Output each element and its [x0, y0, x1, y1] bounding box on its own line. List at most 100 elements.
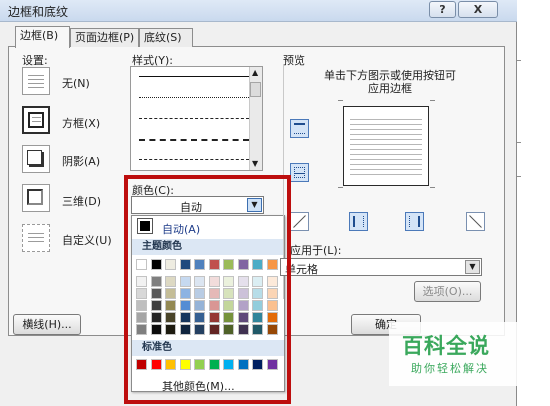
theme-tint-swatch[interactable] [180, 300, 191, 311]
theme-tint-swatch[interactable] [136, 300, 147, 311]
theme-color-swatch[interactable] [136, 259, 147, 270]
preview-box[interactable] [343, 106, 429, 186]
horizontal-line-button[interactable]: 横线(H)... [13, 314, 81, 335]
theme-tint-swatch[interactable] [267, 276, 278, 287]
tab-shading[interactable]: 底纹(S) [139, 28, 193, 47]
theme-tint-swatch[interactable] [180, 312, 191, 323]
theme-tint-swatch[interactable] [165, 300, 176, 311]
theme-tint-swatch[interactable] [136, 312, 147, 323]
theme-tint-swatch[interactable] [165, 276, 176, 287]
theme-tint-swatch[interactable] [136, 276, 147, 287]
standard-color-swatch[interactable] [165, 359, 176, 370]
theme-tint-swatch[interactable] [252, 288, 263, 299]
auto-color-option[interactable]: 自动(A) [162, 221, 200, 237]
theme-tint-swatch[interactable] [238, 312, 249, 323]
theme-tint-swatch[interactable] [165, 288, 176, 299]
theme-tint-swatch[interactable] [209, 288, 220, 299]
3d-border-icon[interactable] [22, 184, 50, 212]
theme-tint-swatch[interactable] [165, 324, 176, 335]
theme-color-swatch[interactable] [252, 259, 263, 270]
theme-tint-swatch[interactable] [223, 312, 234, 323]
diagonal-up-button[interactable] [466, 212, 485, 231]
help-button[interactable]: ? [429, 1, 456, 18]
setting-box-label[interactable]: 方框(X) [62, 115, 100, 131]
theme-color-swatch[interactable] [267, 259, 278, 270]
more-colors-option[interactable]: 其他颜色(M)... [162, 378, 235, 394]
style-line-dash-dot[interactable] [139, 159, 249, 160]
theme-color-swatch[interactable] [194, 259, 205, 270]
theme-tint-swatch[interactable] [238, 276, 249, 287]
apply-to-select[interactable]: 单元格 ▼ [280, 258, 482, 276]
shadow-border-icon[interactable] [22, 145, 50, 173]
theme-tint-swatch[interactable] [194, 300, 205, 311]
style-line-solid[interactable] [139, 76, 249, 77]
theme-tint-swatch[interactable] [252, 276, 263, 287]
standard-color-swatch[interactable] [180, 359, 191, 370]
scrollbar-thumb[interactable] [250, 82, 261, 97]
theme-tint-swatch[interactable] [267, 288, 278, 299]
style-line-dashed[interactable] [139, 118, 249, 119]
style-line-dashed-long[interactable] [139, 139, 249, 141]
left-border-button[interactable] [349, 212, 368, 231]
middle-border-button[interactable] [290, 163, 309, 182]
style-list[interactable] [130, 66, 263, 171]
theme-tint-swatch[interactable] [238, 300, 249, 311]
close-button[interactable]: X [458, 1, 498, 18]
theme-tint-swatch[interactable] [238, 288, 249, 299]
tab-borders[interactable]: 边框(B) [15, 26, 70, 48]
theme-tint-swatch[interactable] [151, 300, 162, 311]
theme-tint-swatch[interactable] [209, 324, 220, 335]
theme-tint-swatch[interactable] [194, 276, 205, 287]
theme-tint-swatch[interactable] [252, 324, 263, 335]
theme-tint-swatch[interactable] [252, 300, 263, 311]
theme-tint-swatch[interactable] [209, 312, 220, 323]
theme-tint-swatch[interactable] [151, 288, 162, 299]
theme-tint-swatch[interactable] [267, 300, 278, 311]
standard-color-swatch[interactable] [136, 359, 147, 370]
theme-tint-swatch[interactable] [151, 276, 162, 287]
theme-tint-swatch[interactable] [136, 288, 147, 299]
theme-tint-swatch[interactable] [209, 300, 220, 311]
standard-color-swatch[interactable] [252, 359, 263, 370]
theme-color-swatch[interactable] [151, 259, 162, 270]
style-line-dotted[interactable] [139, 97, 249, 98]
standard-color-swatch[interactable] [238, 359, 249, 370]
theme-tint-swatch[interactable] [136, 324, 147, 335]
setting-none-label[interactable]: 无(N) [62, 75, 90, 91]
theme-tint-swatch[interactable] [267, 312, 278, 323]
theme-tint-swatch[interactable] [223, 300, 234, 311]
theme-color-swatch[interactable] [209, 259, 220, 270]
theme-color-swatch[interactable] [238, 259, 249, 270]
theme-tint-swatch[interactable] [151, 312, 162, 323]
top-border-button[interactable] [290, 119, 309, 138]
setting-shadow-label[interactable]: 阴影(A) [62, 153, 100, 169]
scroll-up-icon[interactable]: ▲ [252, 68, 258, 77]
none-border-icon[interactable] [22, 67, 50, 95]
options-button[interactable]: 选项(O)... [414, 281, 481, 302]
tab-page-border[interactable]: 页面边框(P) [70, 28, 139, 47]
theme-color-swatch[interactable] [165, 259, 176, 270]
right-border-button[interactable] [405, 212, 424, 231]
chevron-down-icon[interactable]: ▼ [247, 198, 262, 212]
theme-tint-swatch[interactable] [180, 324, 191, 335]
chevron-down-icon[interactable]: ▼ [465, 260, 480, 274]
custom-border-icon[interactable] [22, 224, 50, 252]
theme-tint-swatch[interactable] [223, 324, 234, 335]
standard-color-swatch[interactable] [209, 359, 220, 370]
theme-tint-swatch[interactable] [194, 288, 205, 299]
theme-tint-swatch[interactable] [267, 324, 278, 335]
scroll-down-icon[interactable]: ▼ [252, 159, 258, 168]
theme-tint-swatch[interactable] [165, 312, 176, 323]
standard-color-swatch[interactable] [151, 359, 162, 370]
standard-color-swatch[interactable] [267, 359, 278, 370]
setting-3d-label[interactable]: 三维(D) [62, 193, 101, 209]
theme-tint-swatch[interactable] [194, 312, 205, 323]
theme-tint-swatch[interactable] [238, 324, 249, 335]
standard-color-swatch[interactable] [194, 359, 205, 370]
theme-tint-swatch[interactable] [209, 276, 220, 287]
auto-color-swatch[interactable] [137, 218, 153, 234]
theme-color-swatch[interactable] [180, 259, 191, 270]
theme-tint-swatch[interactable] [180, 288, 191, 299]
theme-tint-swatch[interactable] [223, 276, 234, 287]
standard-color-swatch[interactable] [223, 359, 234, 370]
